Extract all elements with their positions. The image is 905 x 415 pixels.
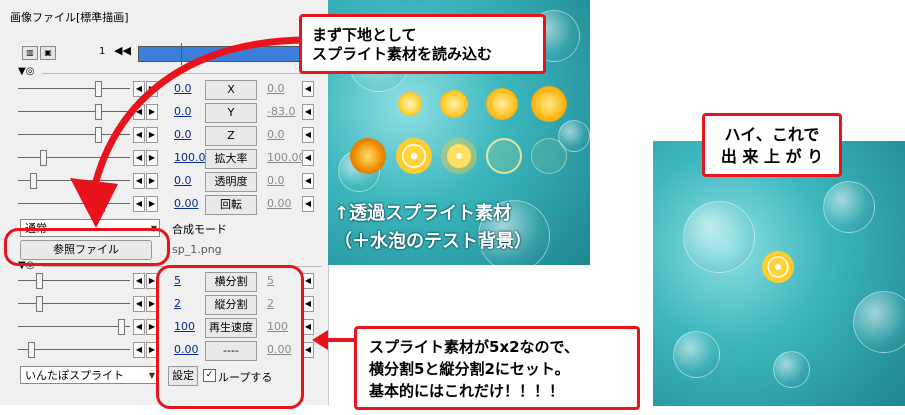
callout-done-line-1: ハイ、これで	[724, 125, 820, 144]
callout-done: ハイ、これで 出 来 上 が り	[702, 113, 842, 177]
callout-split-line-3: 基本的にはこれだけ！！！！	[369, 382, 565, 400]
callout-load-line-2: スプライト素材を読み込む	[312, 45, 493, 63]
callout-load-sprite: まず下地として スプライト素材を読み込む	[299, 14, 546, 74]
callout-split-line-1: スプライト素材が5x2なので、	[369, 338, 579, 356]
callout-pointer-head	[312, 330, 328, 350]
curved-arrow-head	[70, 178, 118, 228]
callout-split-settings: スプライト素材が5x2なので、 横分割5と縦分割2にセット。 基本的にはこれだけ…	[354, 326, 640, 410]
callout-done-line-2: 出 来 上 が り	[720, 147, 824, 166]
callout-split-line-2: 横分割5と縦分割2にセット。	[369, 360, 570, 378]
curved-arrow-line	[91, 36, 309, 186]
callout-load-line-1: まず下地として	[312, 26, 417, 44]
